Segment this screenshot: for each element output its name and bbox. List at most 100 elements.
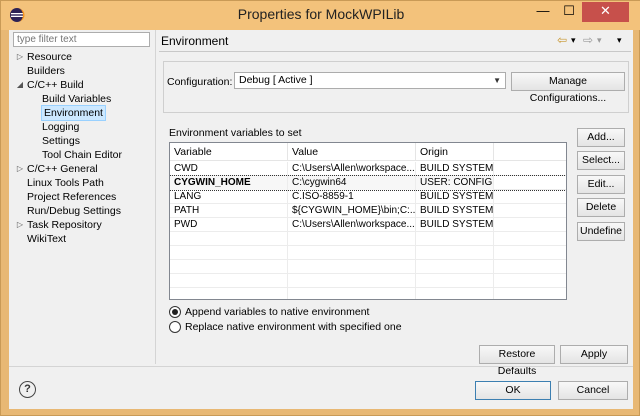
- table-row[interactable]: CWD C:\Users\Allen\workspace... BUILD SYST…: [170, 162, 566, 176]
- empty-cell: [288, 288, 416, 299]
- column-header-origin[interactable]: Origin: [416, 143, 494, 161]
- cell-value: C:\cygwin64: [288, 176, 416, 190]
- tree-item-label: Task Repository: [27, 219, 102, 231]
- expanded-arrow-icon[interactable]: ◢: [15, 78, 25, 92]
- configuration-label: Configuration:: [167, 76, 233, 88]
- empty-cell: [416, 232, 494, 246]
- append-radio[interactable]: [169, 306, 181, 318]
- collapsed-arrow-icon[interactable]: ▷: [15, 218, 25, 232]
- edit-button[interactable]: Edit...: [577, 175, 625, 194]
- tree-item-label: Resource: [27, 51, 72, 63]
- tree-item-label: Tool Chain Editor: [42, 149, 122, 161]
- replace-radio[interactable]: [169, 321, 181, 333]
- tree-item-label: Builders: [27, 65, 65, 77]
- tree-item-label: C/C++ Build: [27, 79, 84, 91]
- collapsed-arrow-icon[interactable]: ▷: [15, 162, 25, 176]
- tree-item[interactable]: WikiText: [13, 232, 153, 246]
- tree-item[interactable]: ▷ Resource: [13, 50, 153, 64]
- tree-item[interactable]: Linux Tools Path: [13, 176, 153, 190]
- delete-button[interactable]: Delete: [577, 198, 625, 217]
- title-separator: [159, 51, 631, 52]
- tree-item[interactable]: Build Variables: [13, 92, 153, 106]
- append-label: Append variables to native environment: [185, 306, 370, 318]
- table-row[interactable]: PWD C:\Users\Allen\workspace... BUILD SYST…: [170, 218, 566, 232]
- env-variables-table[interactable]: Variable Value Origin CWD C:\Users\Allen\…: [169, 142, 567, 300]
- empty-cell: [170, 274, 288, 288]
- help-icon[interactable]: ?: [19, 381, 36, 398]
- cell-origin: BUILD SYSTEM: [416, 204, 494, 218]
- cell-variable: PWD: [170, 218, 288, 232]
- env-variables-label: Environment variables to set: [169, 127, 302, 139]
- view-menu-chevron-down-icon[interactable]: ▾: [617, 32, 622, 48]
- properties-window: Properties for MockWPILib — ☐ ✕ ▷Resourc…: [0, 0, 640, 416]
- configuration-select[interactable]: Debug [ Active ] ▼: [234, 72, 506, 89]
- close-button[interactable]: ✕: [582, 2, 629, 22]
- undefine-button[interactable]: Undefine: [577, 222, 625, 241]
- tree-item[interactable]: Settings: [13, 134, 153, 148]
- table-row[interactable]: LANG C.ISO-8859-1 BUILD SYSTEM: [170, 190, 566, 204]
- add-button[interactable]: Add...: [577, 128, 625, 147]
- tree-item-label: WikiText: [27, 233, 67, 245]
- cancel-button[interactable]: Cancel: [558, 381, 628, 400]
- tree-item[interactable]: Project References: [13, 190, 153, 204]
- empty-table-row: [170, 288, 566, 299]
- cell-variable: CWD: [170, 162, 288, 176]
- empty-cell: [288, 246, 416, 260]
- tree-item[interactable]: ▷ Task Repository: [13, 218, 153, 232]
- column-header-value[interactable]: Value: [288, 143, 416, 161]
- cell-variable: LANG: [170, 190, 288, 204]
- table-row[interactable]: CYGWIN_HOME C:\cygwin64 USER: CONFIG: [170, 175, 566, 191]
- maximize-button[interactable]: ☐: [556, 2, 582, 22]
- cell-variable: CYGWIN_HOME: [170, 176, 288, 190]
- pane-sash[interactable]: [155, 30, 156, 364]
- cell-origin: USER: CONFIG: [416, 176, 494, 190]
- title-bar[interactable]: Properties for MockWPILib — ☐ ✕: [1, 1, 640, 30]
- minimize-button[interactable]: —: [530, 2, 556, 22]
- ok-button[interactable]: OK: [475, 381, 551, 400]
- empty-cell: [170, 232, 288, 246]
- replace-option[interactable]: Replace native environment with specifie…: [169, 320, 469, 334]
- tree-item-label: Build Variables: [42, 93, 112, 105]
- tree-item-label: Linux Tools Path: [27, 177, 104, 189]
- empty-cell: [416, 246, 494, 260]
- restore-defaults-button[interactable]: Restore Defaults: [479, 345, 555, 377]
- collapsed-arrow-icon[interactable]: ▷: [15, 50, 25, 64]
- tree-item[interactable]: ◢ C/C++ Build: [13, 78, 153, 92]
- apply-button[interactable]: Apply: [560, 345, 628, 364]
- tree-item-label: Settings: [42, 135, 80, 147]
- empty-table-row: [170, 232, 566, 246]
- append-option[interactable]: Append variables to native environment: [169, 305, 469, 319]
- replace-label: Replace native environment with specifie…: [185, 321, 402, 333]
- dialog-client-area: ▷ResourceBuilders◢C/C++ BuildBuild Varia…: [9, 30, 633, 409]
- empty-cell: [170, 288, 288, 299]
- empty-cell: [170, 246, 288, 260]
- footer-separator: [9, 366, 633, 367]
- tree-item[interactable]: Logging: [13, 120, 153, 134]
- table-row[interactable]: PATH ${CYGWIN_HOME}\bin;C:... BUILD SYSTEM: [170, 204, 566, 218]
- table-header: Variable Value Origin: [170, 143, 566, 161]
- tree-item[interactable]: Builders: [13, 64, 153, 78]
- empty-table-row: [170, 246, 566, 260]
- manage-configurations-button[interactable]: Manage Configurations...: [511, 72, 625, 104]
- column-header-variable[interactable]: Variable: [170, 143, 288, 161]
- tree-item[interactable]: ▷ C/C++ General: [13, 162, 153, 176]
- filter-input[interactable]: [13, 32, 150, 47]
- back-arrow-icon[interactable]: ⇦: [557, 32, 567, 48]
- tree-item[interactable]: Environment: [13, 105, 153, 121]
- forward-menu-chevron-down-icon[interactable]: ▾: [597, 32, 602, 48]
- forward-arrow-icon[interactable]: ⇨: [583, 32, 593, 48]
- tree-item-label: C/C++ General: [27, 163, 98, 175]
- cell-value: ${CYGWIN_HOME}\bin;C:...: [288, 204, 416, 218]
- cell-origin: BUILD SYSTEM: [416, 162, 494, 176]
- tree-item-label: Run/Debug Settings: [27, 205, 121, 217]
- tree-item[interactable]: Run/Debug Settings: [13, 204, 153, 218]
- cell-value: C:\Users\Allen\workspace...: [288, 162, 416, 176]
- cell-value: C.ISO-8859-1: [288, 190, 416, 204]
- tree-item-label: Project References: [27, 191, 117, 203]
- tree-item[interactable]: Tool Chain Editor: [13, 148, 153, 162]
- back-menu-chevron-down-icon[interactable]: ▾: [571, 32, 576, 48]
- select-button[interactable]: Select...: [577, 151, 625, 170]
- cell-value: C:\Users\Allen\workspace...: [288, 218, 416, 232]
- page-navigation: ⇦ ▾ ⇨ ▾ ▾: [557, 32, 629, 48]
- cell-variable: PATH: [170, 204, 288, 218]
